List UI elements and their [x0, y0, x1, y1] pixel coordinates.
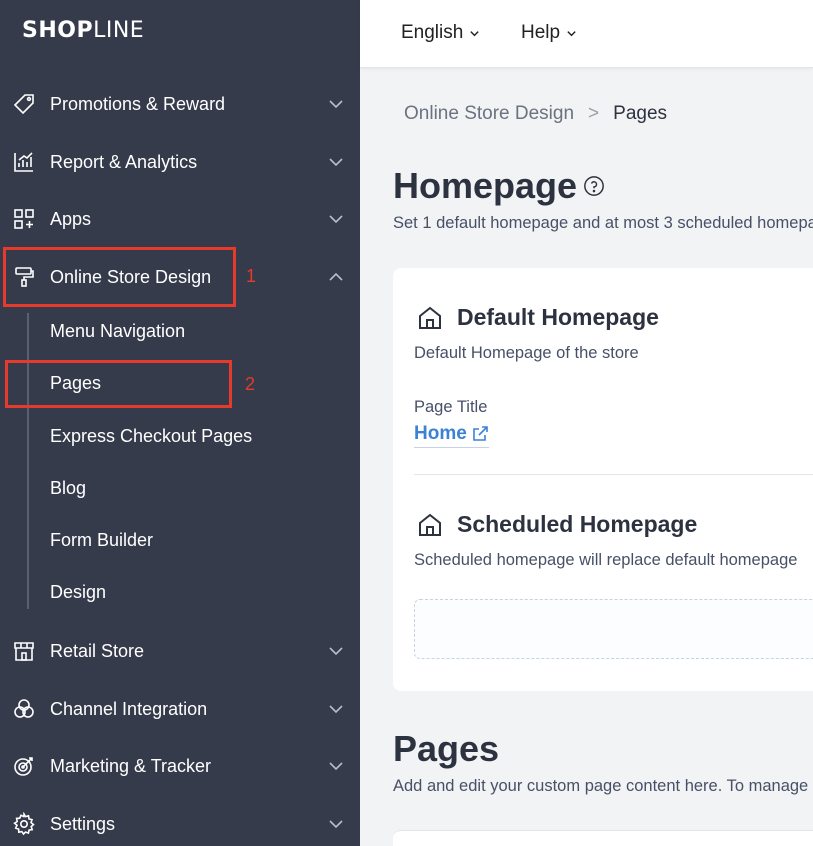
external-link-icon: [472, 426, 488, 441]
chevron-down-icon: [567, 30, 576, 36]
scheduled-homepage-title: Scheduled Homepage: [457, 511, 698, 537]
sidebar-item-online-store-design[interactable]: Online Store Design: [0, 255, 360, 299]
pages-list-card: [393, 830, 813, 846]
default-homepage-desc: Default Homepage of the store: [414, 344, 639, 362]
sidebar-item-retail-store[interactable]: Retail Store: [0, 629, 360, 673]
scheduled-homepage-desc: Scheduled homepage will replace default …: [414, 551, 798, 569]
chevron-down-icon: [329, 705, 343, 714]
shopline-logo[interactable]: SHOPLINE: [22, 18, 144, 43]
chevron-down-icon: [329, 762, 343, 771]
sidebar-item-label: Retail Store: [50, 640, 145, 661]
chart-icon: [14, 152, 33, 172]
paint-roller-icon: [15, 267, 34, 287]
section-divider: [414, 474, 813, 475]
channels-icon: [14, 699, 34, 718]
annotation-number-1: 1: [246, 266, 257, 286]
pages-section-title: Pages: [393, 728, 500, 769]
target-icon: [14, 757, 33, 776]
sidebar-item-label: Report & Analytics: [50, 151, 198, 172]
home-icon: [419, 306, 441, 329]
submenu-design[interactable]: Design: [50, 582, 106, 603]
submenu-form-builder[interactable]: Form Builder: [50, 530, 153, 551]
home-page-link[interactable]: Home: [414, 423, 489, 448]
page-title: Homepage: [393, 165, 578, 206]
language-dropdown[interactable]: English: [401, 22, 480, 44]
sidebar-item-channel-integration[interactable]: Channel Integration: [0, 687, 360, 731]
submenu-express-checkout-pages[interactable]: Express Checkout Pages: [50, 426, 252, 447]
home-link-text: Home: [414, 423, 467, 444]
submenu-blog[interactable]: Blog: [50, 478, 86, 499]
breadcrumb-current: Pages: [613, 103, 668, 124]
tag-icon: [13, 94, 34, 115]
help-dropdown[interactable]: Help: [521, 22, 577, 44]
question-circle-icon[interactable]: [583, 175, 605, 197]
page-title-label: Page Title: [414, 398, 488, 416]
gear-icon: [13, 812, 35, 836]
sidebar: SHOPLINE Promotions & Reward Report & An…: [0, 0, 360, 846]
home-icon: [419, 513, 441, 536]
submenu-guide-line: [27, 313, 29, 609]
default-homepage-title: Default Homepage: [457, 304, 659, 330]
submenu-menu-navigation[interactable]: Menu Navigation: [50, 321, 185, 342]
pages-section-subtitle: Add and edit your custom page content he…: [393, 777, 809, 795]
sidebar-item-marketing-tracker[interactable]: Marketing & Tracker: [0, 744, 360, 788]
apps-icon: [14, 209, 34, 229]
chevron-down-icon: [329, 820, 343, 829]
scheduled-homepage-empty-area[interactable]: [414, 599, 813, 659]
sidebar-item-report[interactable]: Report & Analytics: [0, 140, 360, 184]
language-label: English: [401, 22, 464, 43]
help-label: Help: [521, 22, 561, 43]
chevron-down-icon: [329, 158, 343, 167]
submenu-pages[interactable]: Pages: [50, 373, 101, 394]
sidebar-item-label: Channel Integration: [50, 698, 208, 719]
sidebar-item-label: Settings: [50, 813, 116, 834]
annotation-number-2: 2: [245, 374, 256, 394]
sidebar-item-promotions[interactable]: Promotions & Reward: [0, 82, 360, 126]
chevron-down-icon: [329, 647, 343, 656]
sidebar-item-label: Online Store Design: [50, 266, 212, 287]
sidebar-item-label: Marketing & Tracker: [50, 755, 212, 776]
breadcrumb-parent[interactable]: Online Store Design: [404, 103, 574, 125]
chevron-down-icon: [470, 30, 480, 36]
store-icon: [14, 642, 34, 661]
breadcrumb: Online Store Design > Pages: [404, 103, 667, 125]
sidebar-item-apps[interactable]: Apps: [0, 197, 360, 241]
chevron-down-icon: [329, 100, 343, 109]
sidebar-item-label: Promotions & Reward: [50, 93, 226, 114]
sidebar-item-settings[interactable]: Settings: [0, 802, 360, 846]
chevron-down-icon: [329, 215, 343, 224]
breadcrumb-separator: >: [588, 103, 600, 124]
chevron-up-icon: [329, 272, 343, 281]
page-subtitle: Set 1 default homepage and at most 3 sch…: [393, 214, 813, 232]
sidebar-item-label: Apps: [50, 208, 92, 229]
